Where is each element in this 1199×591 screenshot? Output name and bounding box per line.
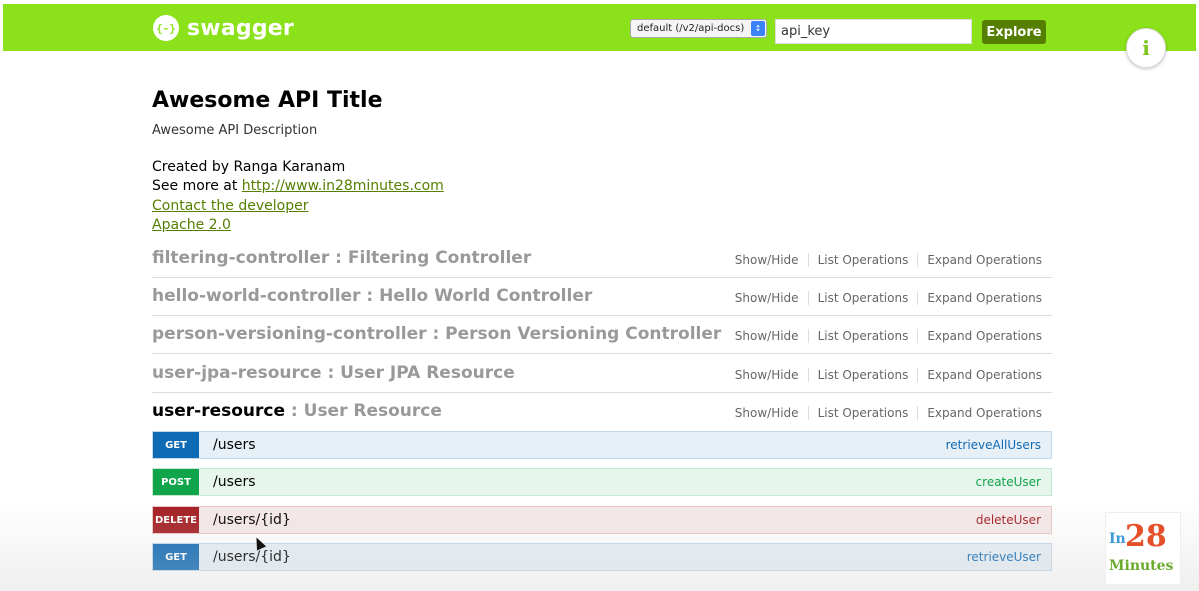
resource-filtering-controller: filtering-controller : Filtering Control… <box>152 240 1052 278</box>
show-hide-link[interactable]: Show/Hide <box>726 329 809 343</box>
operation-post-users[interactable]: POST /users createUser <box>152 468 1052 496</box>
list-operations-link[interactable]: List Operations <box>809 253 919 267</box>
website-link[interactable]: http://www.in28minutes.com <box>242 178 444 194</box>
resource-name: user-jpa-resource <box>152 363 322 383</box>
http-method-badge[interactable]: GET <box>153 432 199 458</box>
watermark-number: 28 <box>1125 519 1167 554</box>
expand-operations-link[interactable]: Expand Operations <box>918 253 1042 267</box>
resource-heading[interactable]: user-resource : User Resource <box>152 401 442 421</box>
resource-desc: : Hello World Controller <box>360 286 593 306</box>
http-method-badge[interactable]: DELETE <box>153 507 199 533</box>
expand-operations-link[interactable]: Expand Operations <box>918 368 1042 382</box>
see-more-line: See more at http://www.in28minutes.com <box>152 178 444 194</box>
operation-path[interactable]: /users/{id} <box>213 549 291 565</box>
operation-nickname[interactable]: deleteUser <box>976 513 1041 527</box>
swagger-ui-page: {-} swagger default (/v2/api-docs) ↕ api… <box>0 0 1199 591</box>
resource-user-resource: user-resource : User Resource Show/Hide … <box>152 393 1052 431</box>
swagger-logo-text: swagger <box>187 15 294 41</box>
resource-desc: : User Resource <box>285 401 442 421</box>
operation-nickname[interactable]: createUser <box>976 475 1041 489</box>
operation-get-users[interactable]: GET /users retrieveAllUsers <box>152 431 1052 459</box>
top-header-bar: {-} swagger default (/v2/api-docs) ↕ api… <box>3 4 1196 51</box>
api-spec-select[interactable]: default (/v2/api-docs) ↕ <box>630 19 767 38</box>
list-operations-link[interactable]: List Operations <box>809 329 919 343</box>
show-hide-link[interactable]: Show/Hide <box>726 291 809 305</box>
operation-delete-user[interactable]: DELETE /users/{id} deleteUser <box>152 506 1052 534</box>
resource-name: person-versioning-controller <box>152 324 427 344</box>
operation-get-user-by-id[interactable]: GET /users/{id} retrieveUser <box>152 543 1052 571</box>
license-link[interactable]: Apache 2.0 <box>152 217 231 233</box>
show-hide-link[interactable]: Show/Hide <box>726 253 809 267</box>
api-title: Awesome API Title <box>152 88 383 113</box>
resource-actions: Show/Hide List Operations Expand Operati… <box>726 291 1042 305</box>
resource-name: user-resource <box>152 401 285 421</box>
swagger-logo-icon: {-} <box>153 15 179 41</box>
api-spec-select-value: default (/v2/api-docs) <box>637 23 745 34</box>
resource-heading[interactable]: user-jpa-resource : User JPA Resource <box>152 363 515 383</box>
show-hide-link[interactable]: Show/Hide <box>726 406 809 420</box>
operation-path[interactable]: /users/{id} <box>213 512 291 528</box>
resource-heading[interactable]: filtering-controller : Filtering Control… <box>152 248 531 268</box>
show-hide-link[interactable]: Show/Hide <box>726 368 809 382</box>
swagger-logo[interactable]: {-} swagger <box>153 14 294 42</box>
see-more-prefix: See more at <box>152 178 242 194</box>
resource-desc: : Filtering Controller <box>329 248 532 268</box>
expand-operations-link[interactable]: Expand Operations <box>918 329 1042 343</box>
resource-heading[interactable]: hello-world-controller : Hello World Con… <box>152 286 592 306</box>
in28minutes-watermark-logo: In 28 Minutes <box>1105 512 1181 585</box>
list-operations-link[interactable]: List Operations <box>809 368 919 382</box>
list-operations-link[interactable]: List Operations <box>809 406 919 420</box>
operation-nickname[interactable]: retrieveAllUsers <box>946 438 1041 452</box>
resource-actions: Show/Hide List Operations Expand Operati… <box>726 329 1042 343</box>
license-link-wrap: Apache 2.0 <box>152 217 231 233</box>
api-description: Awesome API Description <box>152 123 318 138</box>
api-key-input[interactable]: api_key <box>775 19 972 44</box>
resource-hello-world-controller: hello-world-controller : Hello World Con… <box>152 278 1052 316</box>
select-arrows-icon: ↕ <box>751 21 765 36</box>
list-operations-link[interactable]: List Operations <box>809 291 919 305</box>
http-method-badge[interactable]: POST <box>153 469 199 495</box>
operation-path[interactable]: /users <box>213 474 256 490</box>
contact-developer-link[interactable]: Contact the developer <box>152 198 308 214</box>
expand-operations-link[interactable]: Expand Operations <box>918 406 1042 420</box>
resource-actions: Show/Hide List Operations Expand Operati… <box>726 368 1042 382</box>
watermark-minutes: Minutes <box>1109 558 1174 574</box>
watermark-in: In <box>1109 531 1126 547</box>
created-by-text: Created by Ranga Karanam <box>152 159 346 175</box>
resource-name: hello-world-controller <box>152 286 361 306</box>
resource-person-versioning-controller: person-versioning-controller : Person Ve… <box>152 316 1052 354</box>
operation-path[interactable]: /users <box>213 437 256 453</box>
resource-heading[interactable]: person-versioning-controller : Person Ve… <box>152 324 721 344</box>
resource-name: filtering-controller <box>152 248 330 268</box>
resource-actions: Show/Hide List Operations Expand Operati… <box>726 406 1042 420</box>
resource-user-jpa-resource: user-jpa-resource : User JPA Resource Sh… <box>152 355 1052 393</box>
resource-desc: : User JPA Resource <box>321 363 515 383</box>
contact-developer-link-wrap: Contact the developer <box>152 198 308 214</box>
explore-button[interactable]: Explore <box>982 20 1046 44</box>
expand-operations-link[interactable]: Expand Operations <box>918 291 1042 305</box>
info-icon[interactable]: i <box>1126 28 1166 68</box>
operation-nickname[interactable]: retrieveUser <box>967 550 1041 564</box>
resource-actions: Show/Hide List Operations Expand Operati… <box>726 253 1042 267</box>
http-method-badge[interactable]: GET <box>153 544 199 570</box>
resource-desc: : Person Versioning Controller <box>426 324 722 344</box>
